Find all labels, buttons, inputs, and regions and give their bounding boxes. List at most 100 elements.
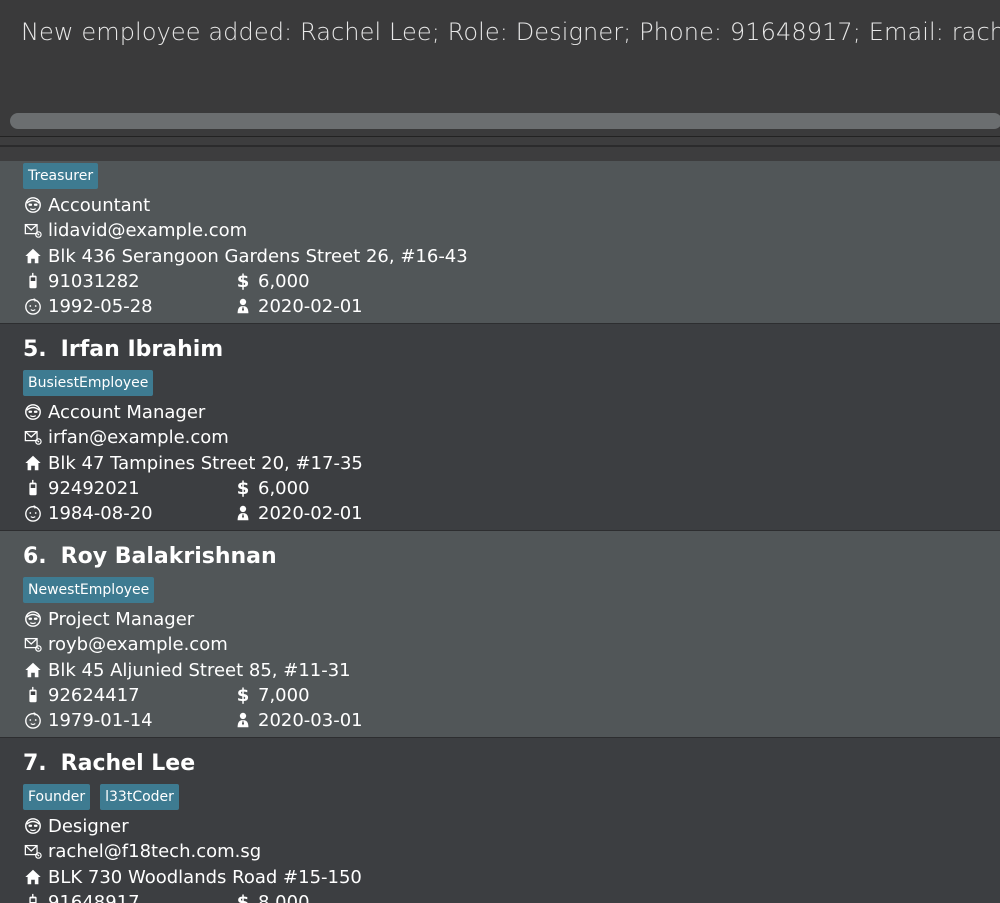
phone-icon [23, 892, 43, 903]
salary-field: $ 8,000 [233, 890, 310, 903]
tag-badge: l33tCoder [100, 784, 179, 810]
person-index: 7. [23, 751, 47, 776]
joined-field: 2020-03-01 [233, 708, 363, 732]
joined-field: 2020-02-01 [233, 501, 363, 525]
address-text: Blk 45 Aljunied Street 85, #11-31 [48, 659, 351, 681]
address-row: Blk 436 Serangoon Gardens Street 26, #16… [23, 244, 468, 268]
salary-text: 8,000 [258, 891, 310, 903]
phone-salary-row: 92624417 $ 7,000 [23, 683, 623, 707]
baby-face-icon [23, 296, 43, 316]
phone-icon [23, 271, 43, 291]
role-face-icon [23, 195, 43, 215]
person-name-line: 5. Irfan Ibrahim [23, 337, 223, 362]
person-icon [233, 710, 253, 730]
email-text: irfan@example.com [48, 426, 229, 448]
role-text: Project Manager [48, 608, 195, 630]
address-text: Blk 436 Serangoon Gardens Street 26, #16… [48, 245, 468, 267]
role-text: Accountant [48, 194, 151, 216]
tag-badge: Treasurer [23, 163, 99, 189]
salary-text: 7,000 [258, 684, 310, 706]
person-card[interactable]: 6. Roy Balakrishnan NewestEmployee Projec… [0, 531, 1000, 738]
phone-salary-row: 92492021 $ 6,000 [23, 476, 623, 500]
person-card[interactable]: 7. Rachel Lee Founder l33tCoder Designer r… [0, 738, 1000, 903]
tag-list: BusiestEmployee [23, 370, 154, 396]
address-row: BLK 730 Woodlands Road #15-150 [23, 865, 362, 889]
role-face-icon [23, 816, 43, 836]
person-list-content: 4.David Li Treasurer Accountant lidavid@… [0, 161, 1000, 903]
salary-field: $ 7,000 [233, 683, 310, 707]
role-face-icon [23, 402, 43, 422]
home-icon [23, 453, 43, 473]
result-message: New employee added: Rachel Lee; Role: De… [21, 18, 1000, 46]
salary-text: 6,000 [258, 270, 310, 292]
birthday-joined-row: 1992-05-28 2020-02-01 [23, 294, 623, 318]
role-row: Designer [23, 814, 129, 838]
result-display[interactable]: New employee added: Rachel Lee; Role: De… [0, 0, 1000, 137]
role-text: Designer [48, 815, 129, 837]
email-row: lidavid@example.com [23, 218, 247, 242]
address-row: Blk 45 Aljunied Street 85, #11-31 [23, 658, 351, 682]
email-icon [23, 427, 43, 447]
email-row: royb@example.com [23, 632, 228, 656]
phone-icon [23, 685, 43, 705]
phone-text: 92624417 [48, 684, 140, 706]
birthday-field: 1992-05-28 [23, 294, 153, 318]
tag-badge: BusiestEmployee [23, 370, 154, 396]
email-text: royb@example.com [48, 633, 228, 655]
tag-list: Founder l33tCoder [23, 784, 179, 810]
home-icon [23, 867, 43, 887]
joined-date-text: 2020-03-01 [258, 709, 363, 731]
phone-field: 91031282 [23, 269, 140, 293]
joined-date-text: 2020-02-01 [258, 502, 363, 524]
joined-date-text: 2020-02-01 [258, 295, 363, 317]
phone-field: 92624417 [23, 683, 140, 707]
phone-text: 92492021 [48, 477, 140, 499]
panel-divider [0, 137, 1000, 161]
home-icon [23, 660, 43, 680]
joined-field: 2020-02-01 [233, 294, 363, 318]
email-text: rachel@f18tech.com.sg [48, 840, 262, 862]
person-card[interactable]: 5. Irfan Ibrahim BusiestEmployee Account … [0, 324, 1000, 531]
email-icon [23, 841, 43, 861]
email-icon [23, 220, 43, 240]
baby-face-icon [23, 503, 43, 523]
dollar-icon: $ [236, 891, 250, 903]
person-name-line: 6. Roy Balakrishnan [23, 544, 277, 569]
person-icon [233, 296, 253, 316]
phone-field: 91648917 [23, 890, 140, 903]
phone-salary-row: 91648917 $ 8,000 [23, 890, 623, 903]
person-card[interactable]: 4.David Li Treasurer Accountant lidavid@… [0, 161, 1000, 324]
phone-salary-row: 91031282 $ 6,000 [23, 269, 623, 293]
email-icon [23, 634, 43, 654]
horizontal-scrollbar[interactable] [10, 113, 1000, 129]
phone-icon [23, 478, 43, 498]
app-window: New employee added: Rachel Lee; Role: De… [0, 0, 1000, 903]
birthday-text: 1984-08-20 [48, 502, 153, 524]
tag-list: Treasurer [23, 163, 99, 189]
tag-list: NewestEmployee [23, 577, 155, 603]
email-text: lidavid@example.com [48, 219, 248, 241]
home-icon [23, 246, 43, 266]
salary-field: $ 6,000 [233, 476, 310, 500]
baby-face-icon [23, 710, 43, 730]
phone-text: 91031282 [48, 270, 140, 292]
person-name: Irfan Ibrahim [60, 337, 224, 362]
dollar-icon: $ [236, 477, 250, 499]
birthday-text: 1992-05-28 [48, 295, 153, 317]
role-row: Account Manager [23, 400, 205, 424]
birthday-joined-row: 1979-01-14 2020-03-01 [23, 708, 623, 732]
email-row: rachel@f18tech.com.sg [23, 839, 261, 863]
person-list[interactable]: 4.David Li Treasurer Accountant lidavid@… [0, 161, 1000, 903]
person-name-line: 7. Rachel Lee [23, 751, 195, 776]
role-face-icon [23, 609, 43, 629]
person-icon [233, 503, 253, 523]
phone-text: 91648917 [48, 891, 140, 903]
address-text: Blk 47 Tampines Street 20, #17-35 [48, 452, 363, 474]
salary-text: 6,000 [258, 477, 310, 499]
person-index: 5. [23, 337, 47, 362]
birthday-field: 1979-01-14 [23, 708, 153, 732]
dollar-icon: $ [236, 684, 250, 706]
tag-badge: Founder [23, 784, 91, 810]
person-name: Roy Balakrishnan [60, 544, 277, 569]
role-row: Project Manager [23, 607, 194, 631]
